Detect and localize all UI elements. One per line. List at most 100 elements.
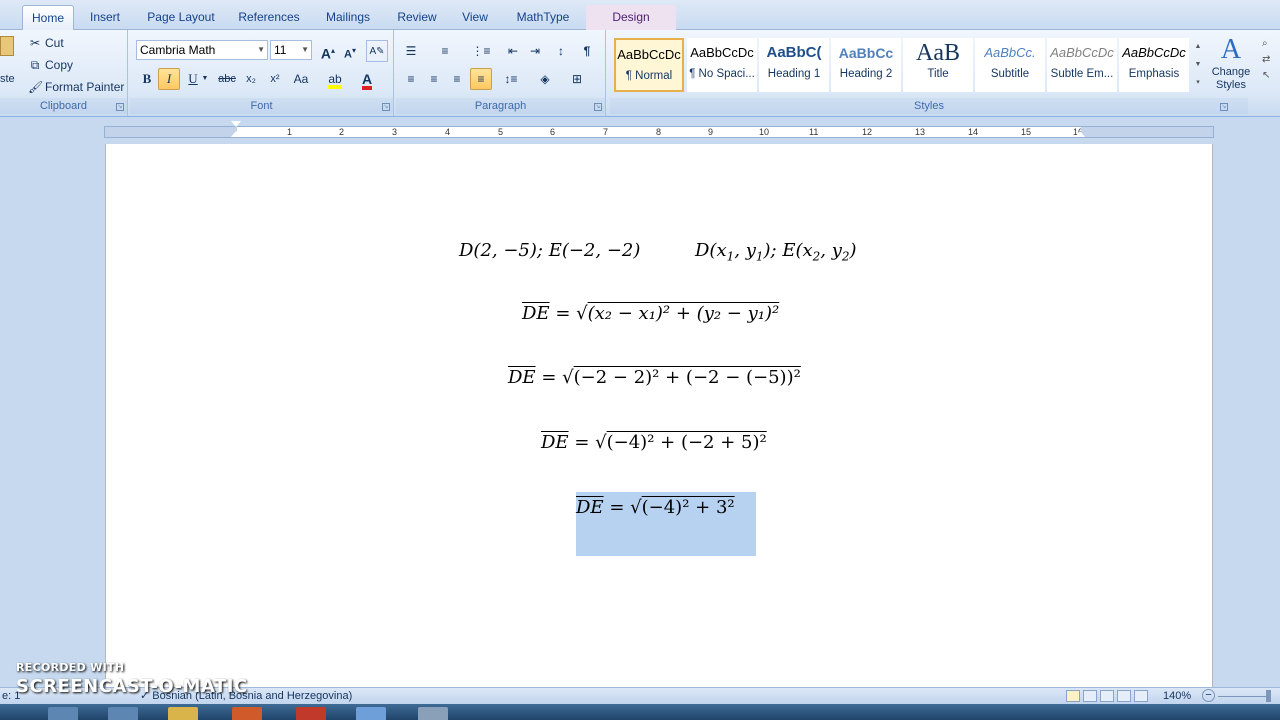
bold-button[interactable]: B	[136, 68, 158, 90]
equation-points-given[interactable]: D(2, −5); E(−2, −2)	[459, 240, 640, 261]
shrink-font-button[interactable]: A▾	[339, 40, 361, 62]
copy-button[interactable]: ⧉ Copy	[28, 55, 73, 75]
underline-dropdown[interactable]: ▼	[200, 68, 210, 90]
style-sample: AaBbCcDc	[617, 47, 681, 62]
tab-mailings[interactable]: Mailings	[320, 5, 376, 30]
style-heading-1[interactable]: AaBbC( Heading 1	[759, 38, 829, 92]
editing-group-fragment[interactable]: ⌕ ⇄ ↖	[1262, 30, 1280, 116]
ruler-tick: 2	[339, 127, 345, 137]
equation-radicand: (−4)² + (−2 + 5)²	[606, 432, 767, 453]
font-color-button[interactable]: A	[356, 68, 378, 90]
subscript-button[interactable]: x₂	[240, 68, 262, 90]
zoom-out-icon[interactable]: −	[1202, 689, 1215, 702]
taskbar-app-icon[interactable]	[108, 707, 138, 720]
change-styles-button[interactable]: A Change Styles	[1208, 34, 1254, 98]
italic-icon: I	[166, 71, 172, 86]
document-area[interactable]: D(2, −5); E(−2, −2) D(x1, y1); E(x2, y2)…	[0, 144, 1280, 687]
font-size-value: 11	[274, 43, 287, 57]
style-subtle-emphasis[interactable]: AaBbCcDc Subtle Em...	[1047, 38, 1117, 92]
print-layout-view-icon[interactable]	[1066, 690, 1080, 702]
style-heading-2[interactable]: AaBbCc Heading 2	[831, 38, 901, 92]
tab-view[interactable]: View	[457, 5, 493, 30]
zoom-level[interactable]: 140%	[1163, 688, 1191, 704]
web-layout-view-icon[interactable]	[1100, 690, 1114, 702]
style-sample: AaBbCc	[838, 45, 894, 61]
multilevel-list-button[interactable]: ⋮≡	[470, 40, 492, 62]
styles-launcher-icon[interactable]: ↘	[1220, 103, 1228, 111]
decrease-indent-button[interactable]: ⇤	[502, 40, 524, 62]
borders-button[interactable]: ⊞	[566, 68, 588, 90]
hanging-indent-marker[interactable]	[231, 131, 241, 137]
justify-button[interactable]: ≡	[470, 68, 492, 90]
equation-text: , y	[820, 240, 842, 261]
grow-font-button[interactable]: A▴	[317, 40, 339, 62]
draft-view-icon[interactable]	[1134, 690, 1148, 702]
superscript-button[interactable]: x²	[264, 68, 286, 90]
first-line-indent-marker[interactable]	[231, 121, 241, 127]
strikethrough-icon: abc	[218, 73, 236, 85]
sort-button[interactable]: ↕	[550, 40, 572, 62]
change-case-icon: Aa	[293, 72, 309, 86]
taskbar-word-icon[interactable]	[356, 707, 386, 720]
outline-view-icon[interactable]	[1117, 690, 1131, 702]
tab-insert[interactable]: Insert	[84, 5, 126, 30]
styles-group-label: Styles	[610, 98, 1248, 114]
taskbar-media-icon[interactable]	[296, 707, 326, 720]
style-no-spacing[interactable]: AaBbCcDc ¶ No Spaci...	[687, 38, 757, 92]
bullets-button[interactable]: ☰	[400, 40, 422, 62]
zoom-slider[interactable]	[1218, 696, 1270, 697]
tab-mathtype[interactable]: MathType	[512, 5, 574, 30]
numbering-button[interactable]: ≡	[434, 40, 456, 62]
font-launcher-icon[interactable]: ↘	[382, 103, 390, 111]
paragraph-launcher-icon[interactable]: ↘	[594, 103, 602, 111]
align-center-button[interactable]: ≡	[423, 68, 445, 90]
equation-simplified[interactable]: DE = √(−4)² + (−2 + 5)²	[541, 432, 767, 453]
line-spacing-button[interactable]: ↕≡	[500, 68, 522, 90]
clipboard-launcher-icon[interactable]: ↘	[116, 103, 124, 111]
equals-sign: =	[555, 303, 571, 324]
tab-references[interactable]: References	[236, 5, 302, 30]
align-left-button[interactable]: ≡	[400, 68, 422, 90]
taskbar-folder-icon[interactable]	[168, 707, 198, 720]
taskbar	[0, 704, 1280, 720]
shading-button[interactable]: ◈	[534, 68, 556, 90]
equation-selected[interactable]: DE = √(−4)² + 3²	[576, 497, 735, 518]
show-marks-button[interactable]: ¶	[576, 40, 598, 62]
eraser-icon: A✎	[369, 46, 385, 57]
highlight-button[interactable]: ab	[324, 68, 346, 90]
format-painter-button[interactable]: 🖌 Format Painter	[28, 77, 124, 97]
style-emphasis[interactable]: AaBbCcDc Emphasis	[1119, 38, 1189, 92]
font-family-combo[interactable]: Cambria Math ▼	[136, 40, 268, 60]
sqrt-icon: √	[576, 303, 588, 324]
taskbar-browser-icon[interactable]	[232, 707, 262, 720]
style-normal[interactable]: AaBbCcDc ¶ Normal	[614, 38, 684, 92]
gallery-scroll[interactable]: ▲ ▼ ▾	[1192, 38, 1204, 92]
taskbar-recorder-icon[interactable]	[418, 707, 448, 720]
cut-button[interactable]: ✂ Cut	[28, 33, 64, 53]
style-title[interactable]: AaB Title	[903, 38, 973, 92]
full-screen-view-icon[interactable]	[1083, 690, 1097, 702]
style-subtitle[interactable]: AaBbCc. Subtitle	[975, 38, 1045, 92]
paste-button[interactable]: ste	[0, 32, 16, 92]
change-case-button[interactable]: Aa	[290, 68, 312, 90]
equation-points-general[interactable]: D(x1, y1); E(x2, y2)	[695, 240, 857, 264]
tab-review[interactable]: Review	[394, 5, 440, 30]
clear-formatting-button[interactable]: A✎	[366, 40, 388, 62]
equation-distance-formula[interactable]: DE = √(x₂ − x₁)² + (y₂ − y₁)²	[522, 303, 779, 324]
font-size-combo[interactable]: 11 ▼	[270, 40, 312, 60]
tab-home[interactable]: Home	[22, 5, 74, 30]
right-indent-marker[interactable]	[1075, 131, 1085, 137]
document-page[interactable]: D(2, −5); E(−2, −2) D(x1, y1); E(x2, y2)…	[105, 144, 1213, 687]
equation-substituted[interactable]: DE = √(−2 − 2)² + (−2 − (−5))²	[508, 367, 801, 388]
horizontal-ruler[interactable]: 2 1 1 2 3 4 5 6 7 8 9 10 11 12 13 14 15 …	[0, 118, 1280, 144]
watermark-line2: SCREENCAST-O-MATIC	[16, 676, 248, 697]
tab-design[interactable]: Design	[586, 5, 676, 30]
italic-button[interactable]: I	[158, 68, 180, 90]
taskbar-ie-icon[interactable]	[48, 707, 78, 720]
strikethrough-button[interactable]: abc	[216, 68, 238, 90]
tab-page-layout[interactable]: Page Layout	[144, 5, 218, 30]
align-right-button[interactable]: ≡	[446, 68, 468, 90]
zoom-slider-thumb[interactable]	[1266, 690, 1271, 702]
ruler-right-margin	[1081, 127, 1213, 137]
increase-indent-button[interactable]: ⇥	[524, 40, 546, 62]
